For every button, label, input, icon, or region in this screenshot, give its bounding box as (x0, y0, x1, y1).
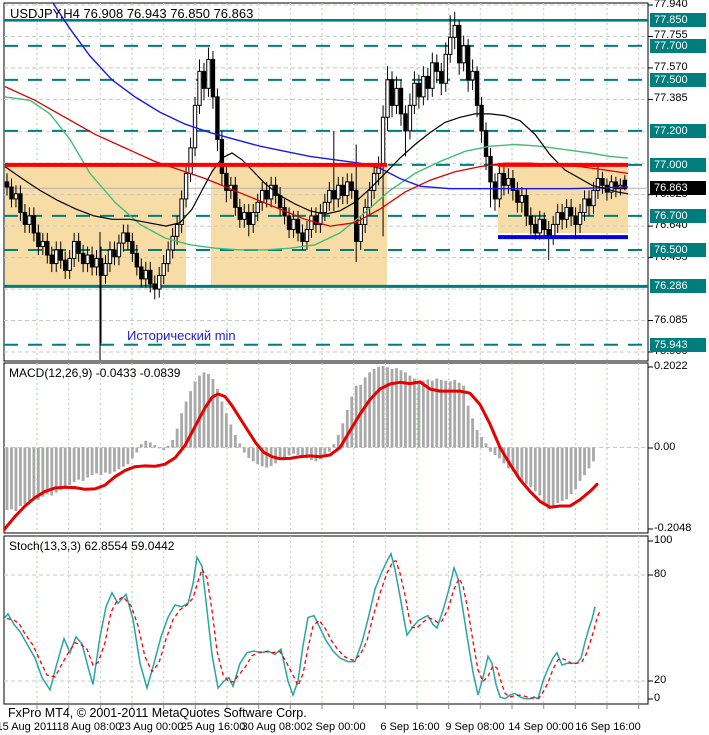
current-price-badge: 76.863 (650, 181, 706, 196)
symbol-title: USDJPY,H4 76.908 76.943 76.850 76.863 (10, 6, 254, 21)
date-axis-label: 16 Sep 16:00 (575, 721, 641, 733)
macd-axis-label: 0.2022 (654, 360, 688, 372)
price-level-badge: 77.850 (650, 13, 706, 28)
date-axis-label: 25 Aug 16:00 (180, 721, 246, 733)
date-axis-label: 6 Sep 16:00 (380, 721, 440, 733)
price-level-badge: 76.286 (650, 279, 706, 294)
macd-axis-label: -0.2048 (654, 522, 692, 534)
date-axis-label: 2 Sep 00:00 (306, 721, 366, 733)
price-level-badge: 77.200 (650, 123, 706, 138)
price-axis-label: 77.570 (654, 60, 688, 73)
price-axis-label: 76.085 (654, 313, 688, 326)
price-level-badge: 77.500 (650, 72, 706, 87)
price-level-badge: 77.700 (650, 38, 706, 53)
date-axis-label: 30 Aug 08:00 (241, 721, 307, 733)
stoch-axis-label: 0 (654, 692, 661, 704)
date-axis-label: 18 Aug 08:00 (56, 721, 122, 733)
price-level-badge: 77.000 (650, 157, 706, 172)
stoch-axis-label: 100 (654, 534, 673, 546)
price-level-badge: 76.500 (650, 242, 706, 257)
mt4-chart-window: USDJPY,H4 76.908 76.943 76.850 76.863 MA… (0, 0, 709, 735)
price-axis-label: 77.940 (654, 0, 688, 10)
price-level-badge: 75.943 (650, 337, 706, 352)
platform-copyright: FxPro MT4, © 2001-2011 MetaQuotes Softwa… (8, 706, 307, 720)
historic-min-annotation: Исторический min (127, 328, 236, 343)
date-axis-label: 9 Sep 08:00 (445, 721, 505, 733)
price-level-badge: 76.700 (650, 208, 706, 223)
stoch-axis-label: 20 (654, 674, 667, 686)
macd-axis-label: 0.00 (654, 441, 676, 453)
macd-indicator-label: MACD(12,26,9) -0.0433 -0.0839 (9, 366, 181, 380)
date-axis-label: 15 Aug 2011 (0, 721, 58, 733)
price-axis-label: 77.385 (654, 92, 688, 105)
date-axis-label: 23 Aug 00:00 (118, 721, 184, 733)
stoch-indicator-label: Stoch(13,3,3) 62.8554 59.0442 (9, 539, 175, 553)
date-axis-label: 14 Sep 00:00 (508, 721, 574, 733)
stoch-axis-label: 80 (654, 568, 667, 580)
